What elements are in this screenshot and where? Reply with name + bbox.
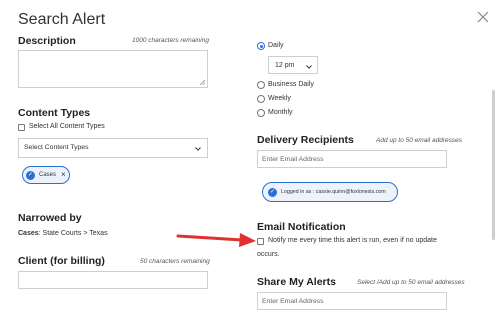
time-select[interactable]: 12 pm: [268, 56, 318, 74]
email-notification-label: Email Notification: [257, 221, 346, 233]
client-input[interactable]: [18, 271, 208, 289]
select-all-label: Select All Content Types: [29, 123, 105, 130]
description-textarea[interactable]: [18, 50, 208, 88]
check-circle-icon: ✓: [268, 188, 277, 197]
narrowed-by-detail: : State Courts > Texas: [38, 230, 108, 237]
share-email-input[interactable]: Enter Email Address: [257, 292, 447, 310]
scrollbar[interactable]: [492, 90, 495, 240]
time-select-value: 12 pm: [275, 62, 295, 69]
radio-daily[interactable]: [257, 42, 265, 50]
content-type-chip: ✓ Cases ×: [22, 166, 70, 184]
annotation-arrow: [176, 233, 256, 247]
radio-monthly[interactable]: [257, 109, 265, 117]
share-email-placeholder: Enter Email Address: [262, 298, 324, 305]
radio-monthly-label: Monthly: [268, 109, 293, 116]
description-hint: 1000 characters remaining: [132, 37, 209, 44]
delivery-hint: Add up to 50 email addresses: [376, 137, 462, 144]
notify-label-line2: occurs.: [257, 251, 280, 258]
radio-business-daily-label: Business Daily: [268, 81, 314, 88]
narrowed-by-key: Cases: [18, 230, 39, 237]
narrowed-by-label: Narrowed by: [18, 212, 82, 224]
client-hint: 50 characters remaining: [140, 258, 210, 265]
notify-label-line1: Notify me every time this alert is run, …: [268, 237, 437, 244]
logged-in-chip: ✓ Logged in as : cassie.quinn@foxlonesis…: [262, 182, 398, 202]
share-label: Share My Alerts: [257, 276, 336, 288]
radio-weekly[interactable]: [257, 95, 265, 103]
resize-grip-icon: [200, 80, 205, 85]
content-types-dropdown-value: Select Content Types: [24, 144, 89, 151]
content-types-dropdown[interactable]: Select Content Types: [18, 138, 208, 158]
content-types-label: Content Types: [18, 107, 91, 119]
delivery-email-input[interactable]: Enter Email Address: [257, 150, 447, 168]
close-icon[interactable]: [476, 10, 490, 24]
radio-weekly-label: Weekly: [268, 95, 291, 102]
share-hint: Select /Add up to 50 email addresses: [357, 279, 465, 286]
radio-daily-label: Daily: [268, 42, 284, 49]
client-label: Client (for billing): [18, 255, 105, 267]
chevron-down-icon: [195, 147, 201, 151]
chip-remove-icon[interactable]: ×: [61, 170, 66, 179]
logged-in-text: Logged in as : cassie.quinn@foxlonesis.c…: [281, 189, 386, 195]
delivery-email-placeholder: Enter Email Address: [262, 156, 324, 163]
check-circle-icon: ✓: [26, 171, 35, 180]
narrowed-by-value: Cases: State Courts > Texas: [18, 230, 108, 237]
select-all-checkbox[interactable]: [18, 124, 25, 131]
chip-label: Cases: [39, 172, 57, 178]
radio-business-daily[interactable]: [257, 81, 265, 89]
chevron-down-icon: [306, 65, 312, 69]
description-label: Description: [18, 35, 76, 47]
delivery-label: Delivery Recipients: [257, 134, 354, 146]
dialog-title: Search Alert: [18, 11, 106, 28]
